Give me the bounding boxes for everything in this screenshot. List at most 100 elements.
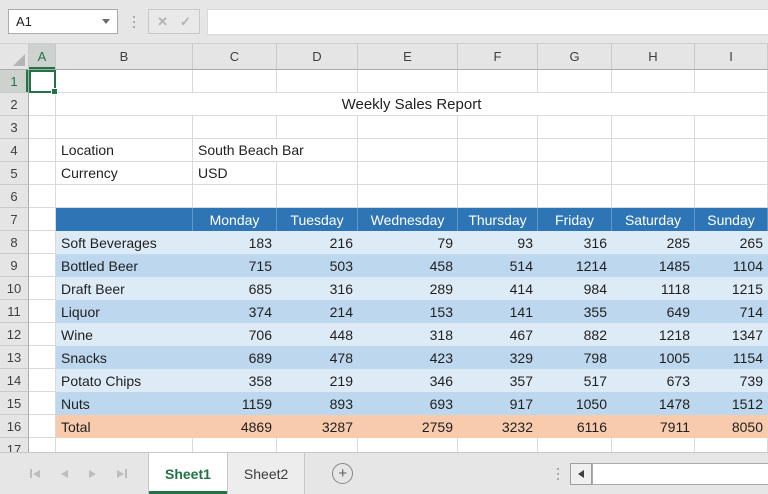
cell-C12[interactable]: 706 [193,323,277,346]
cell-H9[interactable]: 1485 [612,254,695,277]
cell-E9[interactable]: 458 [358,254,458,277]
cell-H1[interactable] [612,70,695,93]
cell-E16[interactable]: 2759 [358,415,458,438]
cell-F12[interactable]: 467 [458,323,538,346]
row-header-6[interactable]: 6 [0,185,29,208]
cell-C3[interactable] [193,116,277,139]
row-header-2[interactable]: 2 [0,93,29,116]
cell-G12[interactable]: 882 [538,323,612,346]
cell-F7[interactable]: Thursday [458,208,538,231]
cell-B6[interactable] [56,185,193,208]
cell-D5[interactable] [277,162,358,185]
select-all-button[interactable] [0,44,29,70]
cell-F6[interactable] [458,185,538,208]
cell-I4[interactable] [695,139,768,162]
cell-G1[interactable] [538,70,612,93]
scrollbar-track[interactable] [592,462,768,485]
cell-D1[interactable] [277,70,358,93]
row-header-13[interactable]: 13 [0,346,29,369]
cell-B17[interactable] [56,438,193,452]
column-header-I[interactable]: I [695,44,768,70]
row-header-5[interactable]: 5 [0,162,29,185]
cell-I15[interactable]: 1512 [695,392,768,415]
cell-H17[interactable] [612,438,695,452]
cell-D3[interactable] [277,116,358,139]
cell-B8[interactable]: Soft Beverages [56,231,193,254]
cell-A9[interactable] [29,254,56,277]
cell-H7[interactable]: Saturday [612,208,695,231]
row-header-7[interactable]: 7 [0,208,29,231]
cell-I10[interactable]: 1215 [695,277,768,300]
cell-D12[interactable]: 448 [277,323,358,346]
tab-splitter-grip-icon[interactable] [557,467,559,480]
cell-G7[interactable]: Friday [538,208,612,231]
cell-C10[interactable]: 685 [193,277,277,300]
cell-D7[interactable]: Tuesday [277,208,358,231]
cell-B2[interactable]: Weekly Sales Report [56,93,768,116]
cell-E10[interactable]: 289 [358,277,458,300]
cell-E15[interactable]: 693 [358,392,458,415]
column-header-C[interactable]: C [193,44,277,70]
next-sheet-button[interactable] [89,469,96,478]
cell-C8[interactable]: 183 [193,231,277,254]
tab-sheet1[interactable]: Sheet1 [148,453,228,494]
cell-I1[interactable] [695,70,768,93]
row-header-12[interactable]: 12 [0,323,29,346]
cell-H12[interactable]: 1218 [612,323,695,346]
cell-A13[interactable] [29,346,56,369]
cell-B14[interactable]: Potato Chips [56,369,193,392]
cell-C1[interactable] [193,70,277,93]
cell-E13[interactable]: 423 [358,346,458,369]
cell-I12[interactable]: 1347 [695,323,768,346]
column-header-A[interactable]: A [29,44,56,70]
cell-B5[interactable]: Currency [56,162,193,185]
cell-B11[interactable]: Liquor [56,300,193,323]
cell-G11[interactable]: 355 [538,300,612,323]
cell-C5[interactable]: USD [193,162,277,185]
row-header-17[interactable]: 17 [0,438,29,452]
cell-G17[interactable] [538,438,612,452]
cell-A16[interactable] [29,415,56,438]
cell-A14[interactable] [29,369,56,392]
cell-I16[interactable]: 8050 [695,415,768,438]
cell-B3[interactable] [56,116,193,139]
cell-E5[interactable] [358,162,458,185]
cell-D9[interactable]: 503 [277,254,358,277]
cell-G13[interactable]: 798 [538,346,612,369]
cell-E14[interactable]: 346 [358,369,458,392]
row-header-9[interactable]: 9 [0,254,29,277]
cell-F17[interactable] [458,438,538,452]
cell-A11[interactable] [29,300,56,323]
cell-I8[interactable]: 265 [695,231,768,254]
cell-A5[interactable] [29,162,56,185]
row-header-1[interactable]: 1 [0,70,29,93]
cell-E8[interactable]: 79 [358,231,458,254]
cell-G15[interactable]: 1050 [538,392,612,415]
column-header-D[interactable]: D [277,44,358,70]
name-box-dropdown-icon[interactable] [102,19,110,24]
cell-H15[interactable]: 1478 [612,392,695,415]
cell-C11[interactable]: 374 [193,300,277,323]
column-header-F[interactable]: F [458,44,538,70]
tab-sheet2[interactable]: Sheet2 [227,453,306,494]
cell-I7[interactable]: Sunday [695,208,768,231]
cell-E4[interactable] [358,139,458,162]
cell-A7[interactable] [29,208,56,231]
cell-A10[interactable] [29,277,56,300]
cell-G9[interactable]: 1214 [538,254,612,277]
cell-H10[interactable]: 1118 [612,277,695,300]
cell-C14[interactable]: 358 [193,369,277,392]
cell-H14[interactable]: 673 [612,369,695,392]
last-sheet-button[interactable] [117,469,127,478]
cell-G4[interactable] [538,139,612,162]
cell-D13[interactable]: 478 [277,346,358,369]
cell-F11[interactable]: 141 [458,300,538,323]
cell-E3[interactable] [358,116,458,139]
cell-H6[interactable] [612,185,695,208]
cell-C13[interactable]: 689 [193,346,277,369]
cell-C7[interactable]: Monday [193,208,277,231]
cell-D15[interactable]: 893 [277,392,358,415]
row-header-4[interactable]: 4 [0,139,29,162]
cell-I13[interactable]: 1154 [695,346,768,369]
cell-E11[interactable]: 153 [358,300,458,323]
